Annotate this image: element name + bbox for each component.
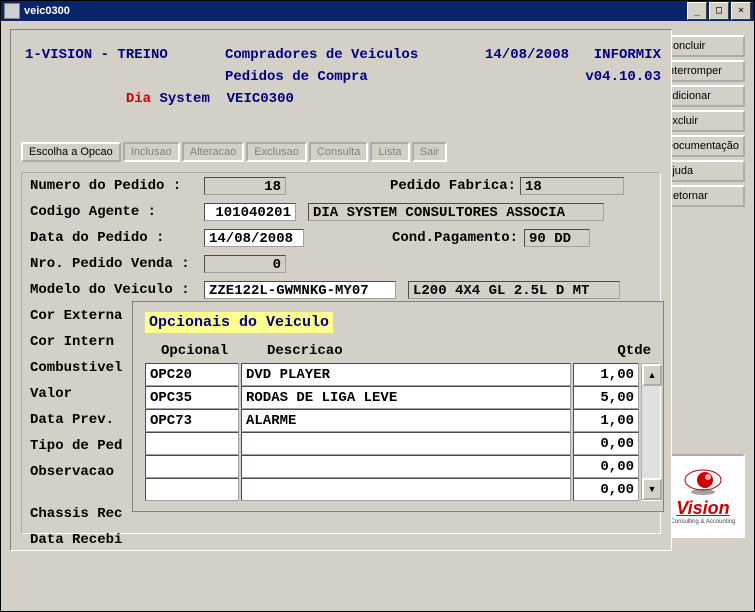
modelo-desc-value: L200 4X4 GL 2.5L D MT <box>408 281 620 299</box>
table-row[interactable]: 0,00 <box>145 478 639 501</box>
logo: Vision Consulting & Accounting <box>661 454 745 538</box>
data-prev-label: Data Prev. <box>30 412 130 428</box>
header-db: INFORMIX <box>581 44 661 66</box>
desc-cell[interactable] <box>241 432 571 455</box>
qtde-cell[interactable]: 5,00 <box>573 386 639 409</box>
logo-subtitle: Consulting & Accounting <box>670 519 735 525</box>
table-row[interactable]: 0,00 <box>145 432 639 455</box>
data-pedido-label: Data do Pedido <box>30 230 200 246</box>
data-recebi-label: Data Recebi <box>30 532 140 548</box>
opt-cell[interactable]: OPC73 <box>145 409 239 432</box>
codigo-agente-label: Codigo Agente <box>30 204 200 220</box>
cor-int-label: Cor Intern <box>30 334 128 350</box>
pedido-fabrica-label: Pedido Fabrica: <box>390 178 516 194</box>
menu-consulta-button[interactable]: Consulta <box>309 142 368 162</box>
opt-cell[interactable]: OPC35 <box>145 386 239 409</box>
col-opcional-label: Opcional <box>161 343 267 359</box>
combustivel-label: Combustivel <box>30 360 140 376</box>
header-company: 1-VISION - TREINO <box>25 44 225 66</box>
menu-sair-button[interactable]: Sair <box>412 142 448 162</box>
numero-pedido-label: Numero do Pedido <box>30 178 200 194</box>
header-block: 1-VISION - TREINO Compradores de Veiculo… <box>11 30 671 138</box>
qtde-cell[interactable]: 1,00 <box>573 363 639 386</box>
eye-icon <box>683 468 723 496</box>
nro-pedido-venda-value: 0 <box>204 255 286 273</box>
table-row[interactable]: OPC35 RODAS DE LIGA LEVE 5,00 <box>145 386 639 409</box>
cond-pag-label: Cond.Pagamento: <box>392 230 518 246</box>
desc-cell[interactable]: ALARME <box>241 409 571 432</box>
menu-lista-button[interactable]: Lista <box>370 142 409 162</box>
desc-cell[interactable] <box>241 455 571 478</box>
valor-label: Valor <box>30 386 90 402</box>
cond-pag-value: 90 DD <box>524 229 590 247</box>
scroll-up-button[interactable]: ▲ <box>642 364 662 386</box>
maximize-button[interactable]: □ <box>709 2 729 20</box>
modelo-label: Modelo do Veiculo <box>30 282 200 298</box>
app-window: veic0300 _ □ × Concluir Interromper Adic… <box>0 0 755 612</box>
window-title: veic0300 <box>24 1 685 21</box>
titlebar: veic0300 _ □ × <box>1 1 754 21</box>
agente-nome-value: DIA SYSTEM CONSULTORES ASSOCIA <box>308 203 604 221</box>
desc-cell[interactable]: DVD PLAYER <box>241 363 571 386</box>
desc-cell[interactable]: RODAS DE LIGA LEVE <box>241 386 571 409</box>
scroll-down-button[interactable]: ▼ <box>642 478 662 500</box>
menu-inclusao-button[interactable]: Inclusao <box>123 142 180 162</box>
tipo-ped-label: Tipo de Ped <box>30 438 140 454</box>
numero-pedido-value: 18 <box>204 177 286 195</box>
header-date: 14/08/2008 <box>485 44 581 66</box>
header-version: v04.10.03 <box>581 66 661 132</box>
minimize-button[interactable]: _ <box>687 2 707 20</box>
popup-title: Opcionais do Veiculo <box>145 312 333 333</box>
menu-exclusao-button[interactable]: Exclusao <box>246 142 307 162</box>
table-row[interactable]: 0,00 <box>145 455 639 478</box>
menu-alteracao-button[interactable]: Alteracao <box>182 142 244 162</box>
opcionais-popup: Opcionais do Veiculo Opcional Descricao … <box>132 301 664 512</box>
opt-cell[interactable]: OPC20 <box>145 363 239 386</box>
opt-cell[interactable] <box>145 455 239 478</box>
header-sys-prefix: Dia <box>126 91 151 107</box>
table-row[interactable]: OPC73 ALARME 1,00 <box>145 409 639 432</box>
qtde-cell[interactable]: 0,00 <box>573 478 639 501</box>
desc-cell[interactable] <box>241 478 571 501</box>
close-button[interactable]: × <box>731 2 751 20</box>
app-icon <box>4 3 20 19</box>
qtde-cell[interactable]: 0,00 <box>573 432 639 455</box>
col-descricao-label: Descricao <box>267 343 585 359</box>
popup-grid: OPC20 DVD PLAYER 1,00 OPC35 RODAS DE LIG… <box>133 363 663 511</box>
menu-escolha-button[interactable]: Escolha a Opcao <box>21 142 121 162</box>
data-pedido-value[interactable]: 14/08/2008 <box>204 229 304 247</box>
codigo-agente-value[interactable]: 101040201 <box>204 203 296 221</box>
qtde-cell[interactable]: 1,00 <box>573 409 639 432</box>
qtde-cell[interactable]: 0,00 <box>573 455 639 478</box>
col-qtde-label: Qtde <box>585 343 651 359</box>
opt-cell[interactable] <box>145 478 239 501</box>
logo-title: Vision <box>676 498 729 519</box>
popup-columns: Opcional Descricao Qtde <box>133 339 663 363</box>
modelo-code-value[interactable]: ZZE122L-GWMNKG-MY07 <box>204 281 396 299</box>
chassis-rec-label: Chassis Rec <box>30 506 140 522</box>
pedido-fabrica-value: 18 <box>520 177 624 195</box>
opt-cell[interactable] <box>145 432 239 455</box>
header-title-1: Compradores de Veiculos <box>225 44 485 66</box>
client-area: Concluir Interromper Adicionar Excluir D… <box>4 23 751 608</box>
menu-row: Escolha a Opcao Inclusao Alteracao Exclu… <box>11 138 671 166</box>
nro-pedido-venda-label: Nro. Pedido Venda <box>30 256 200 272</box>
header-title-2: Pedidos de Compra <box>225 66 485 132</box>
grid-scrollbar[interactable]: ▲ ▼ <box>641 363 661 501</box>
observacao-label: Observacao <box>30 464 130 480</box>
table-row[interactable]: OPC20 DVD PLAYER 1,00 <box>145 363 639 386</box>
